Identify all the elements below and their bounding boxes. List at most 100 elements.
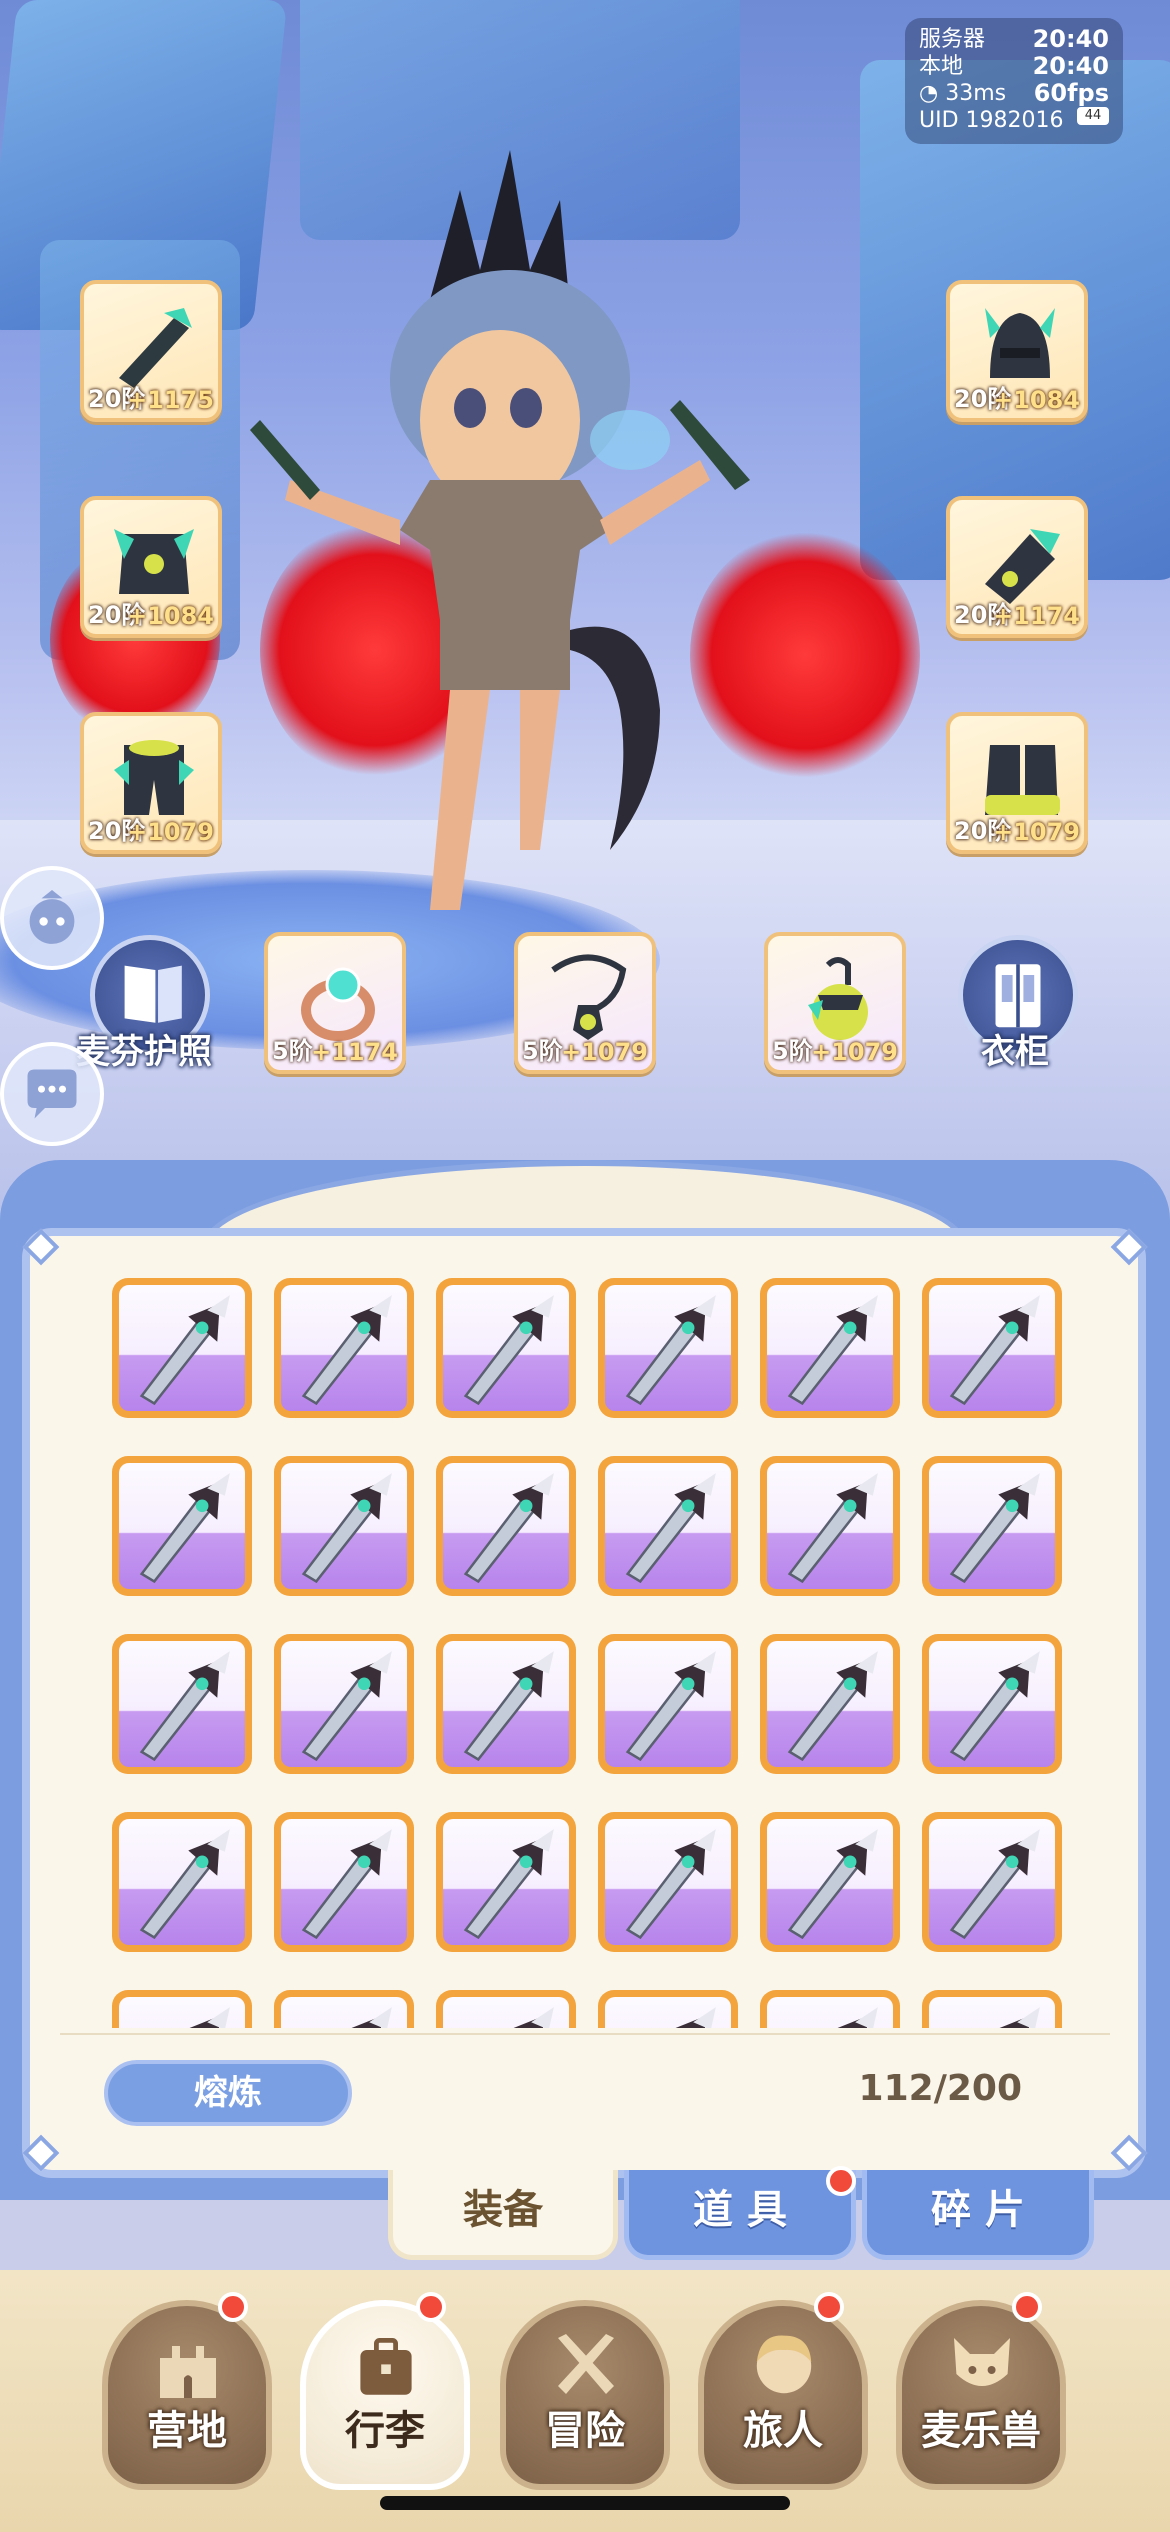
- nav-adventure[interactable]: 冒险: [500, 2300, 670, 2490]
- inventory-item[interactable]: [436, 1990, 576, 2028]
- sword-icon: [929, 1463, 1055, 1589]
- inventory-item[interactable]: [274, 1990, 414, 2028]
- inventory-item[interactable]: [922, 1456, 1062, 1596]
- inventory-item[interactable]: [112, 1278, 252, 1418]
- pet-icon: [954, 2338, 1010, 2386]
- inventory-capacity: 112/200: [858, 2068, 1022, 2109]
- accessory-slot-necklace[interactable]: 5阶 +1079: [514, 932, 656, 1074]
- nav-camp-badge: [218, 2292, 248, 2322]
- traveler-icon: [756, 2335, 812, 2394]
- inventory-item[interactable]: [922, 1812, 1062, 1952]
- server-time: 20:40: [1032, 25, 1109, 53]
- slot-bonus: +1084: [127, 602, 214, 630]
- slot-bonus: +1079: [811, 1038, 898, 1066]
- chat-button[interactable]: [0, 1042, 104, 1146]
- inventory-item[interactable]: [922, 1278, 1062, 1418]
- inventory-grid: [112, 1278, 1068, 2028]
- sword-icon: [605, 1463, 731, 1589]
- equip-slot-gauntlets[interactable]: 20阶 +1174: [946, 496, 1088, 638]
- sword-icon: [605, 1819, 731, 1945]
- sword-icon: [281, 1463, 407, 1589]
- inventory-item[interactable]: [274, 1456, 414, 1596]
- nav-luggage[interactable]: 行李: [300, 2300, 470, 2490]
- nav-travelers-badge: [814, 2292, 844, 2322]
- sword-icon: [767, 1641, 893, 1767]
- sword-icon: [767, 1819, 893, 1945]
- smelt-button[interactable]: 熔炼: [104, 2060, 352, 2126]
- equip-slot-armor[interactable]: 20阶 +1084: [80, 496, 222, 638]
- inventory-item[interactable]: [760, 1456, 900, 1596]
- inventory-item[interactable]: [436, 1812, 576, 1952]
- inventory-item[interactable]: [112, 1812, 252, 1952]
- accessory-slot-charm[interactable]: 5阶 +1079: [764, 932, 906, 1074]
- inventory-item[interactable]: [436, 1456, 576, 1596]
- nav-travelers[interactable]: 旅人: [698, 2300, 868, 2490]
- inventory-item[interactable]: [598, 1990, 738, 2028]
- player-character[interactable]: [230, 150, 790, 990]
- ping-value: 33ms: [945, 81, 1007, 106]
- assistant-button[interactable]: [0, 866, 104, 970]
- passport-label: 麦芬护照: [76, 1032, 212, 1072]
- equip-slot-helmet[interactable]: 20阶 +1084: [946, 280, 1088, 422]
- server-label: 服务器: [919, 27, 986, 52]
- slot-bonus: +1174: [993, 602, 1080, 630]
- sword-icon: [929, 1641, 1055, 1767]
- inventory-item[interactable]: [760, 1634, 900, 1774]
- inventory-item[interactable]: [274, 1634, 414, 1774]
- slot-tier: 5阶: [772, 1037, 813, 1065]
- passport-icon: [124, 965, 182, 1023]
- inventory-item[interactable]: [760, 1812, 900, 1952]
- inventory-item[interactable]: [598, 1812, 738, 1952]
- nav-pets[interactable]: 麦乐兽: [896, 2300, 1066, 2490]
- battery-icon: 44: [1077, 107, 1109, 125]
- sword-icon: [605, 1641, 731, 1767]
- sword-icon: [119, 1997, 245, 2028]
- sword-icon: [929, 1285, 1055, 1411]
- tab-fragments[interactable]: 碎 片: [862, 2170, 1094, 2260]
- nav-pets-label: 麦乐兽: [921, 2408, 1041, 2454]
- inventory-item[interactable]: [598, 1634, 738, 1774]
- tab-items[interactable]: 道 具: [624, 2170, 856, 2260]
- slot-tier: 5阶: [272, 1037, 313, 1065]
- sword-icon: [443, 1997, 569, 2028]
- equip-slot-boots[interactable]: 20阶 +1079: [946, 712, 1088, 854]
- inventory-item[interactable]: [922, 1634, 1062, 1774]
- sword-icon: [119, 1819, 245, 1945]
- inventory-item[interactable]: [760, 1278, 900, 1418]
- nav-luggage-label: 行李: [345, 2408, 425, 2454]
- accessory-slot-ring[interactable]: 5阶 +1174: [264, 932, 406, 1074]
- robot-icon: [29, 890, 75, 944]
- nav-camp[interactable]: 营地: [102, 2300, 272, 2490]
- inventory-item[interactable]: [436, 1278, 576, 1418]
- inventory-item[interactable]: [598, 1278, 738, 1418]
- sword-icon: [929, 1819, 1055, 1945]
- ping: ◔ 33ms: [919, 80, 1006, 107]
- castle-icon: [160, 2346, 216, 2398]
- home-indicator[interactable]: [380, 2496, 790, 2510]
- sword-icon: [119, 1285, 245, 1411]
- inventory-item[interactable]: [112, 1634, 252, 1774]
- sword-icon: [443, 1819, 569, 1945]
- tab-equipment[interactable]: 装备: [388, 2170, 618, 2260]
- inventory-item[interactable]: [598, 1456, 738, 1596]
- tab-items-badge: [826, 2166, 856, 2196]
- local-time: 20:40: [1032, 52, 1109, 80]
- inventory-item[interactable]: [922, 1990, 1062, 2028]
- inventory-item[interactable]: [112, 1990, 252, 2028]
- inventory-item[interactable]: [436, 1634, 576, 1774]
- inventory-item[interactable]: [274, 1278, 414, 1418]
- fps: 60fps: [1033, 79, 1109, 107]
- equip-slot-leggings[interactable]: 20阶 +1079: [80, 712, 222, 854]
- crossed-swords-icon: [558, 2334, 614, 2394]
- inventory-item[interactable]: [274, 1812, 414, 1952]
- sword-icon: [281, 1819, 407, 1945]
- wardrobe-label: 衣柜: [981, 1032, 1049, 1072]
- inventory-item[interactable]: [760, 1990, 900, 2028]
- nav-adventure-label: 冒险: [545, 2408, 625, 2454]
- sword-icon: [767, 1997, 893, 2028]
- wifi-icon: ◔: [919, 81, 939, 106]
- inventory-item[interactable]: [112, 1456, 252, 1596]
- slot-tier: 5阶: [522, 1037, 563, 1065]
- equip-slot-weapon[interactable]: 20阶 +1175: [80, 280, 222, 422]
- sword-icon: [929, 1997, 1055, 2028]
